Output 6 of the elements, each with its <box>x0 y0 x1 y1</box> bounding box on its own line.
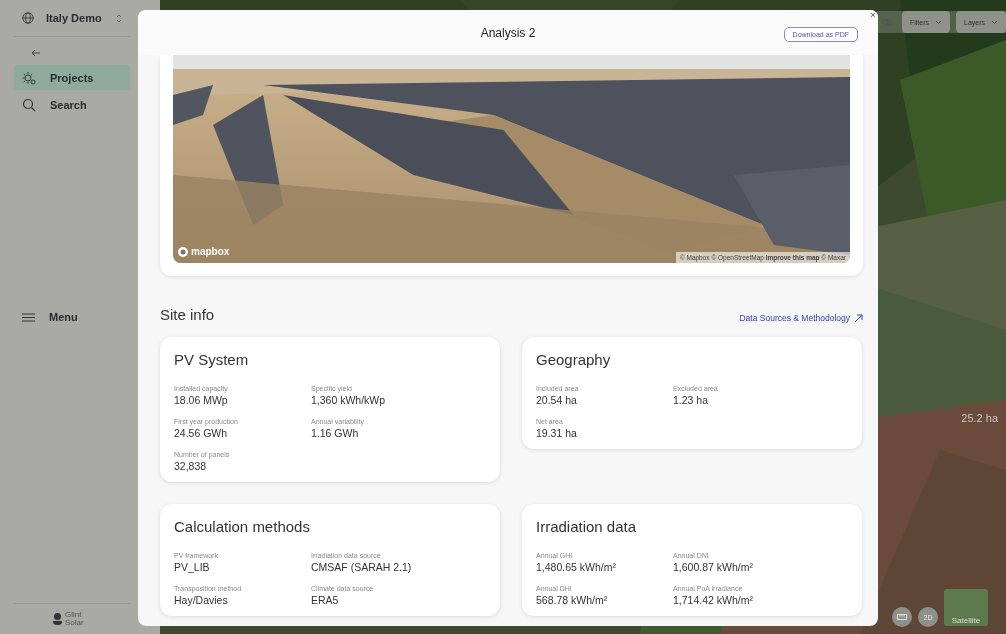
menu-label[interactable]: Menu <box>49 311 78 323</box>
sidebar-item[interactable]: Projects <box>14 65 130 90</box>
brand-name: Glint Solar <box>65 610 85 628</box>
sidebar-item[interactable]: Search <box>14 92 130 117</box>
workspace-name: Italy Demo <box>46 12 103 24</box>
workspace-selector[interactable]: Italy Demo <box>14 0 130 37</box>
